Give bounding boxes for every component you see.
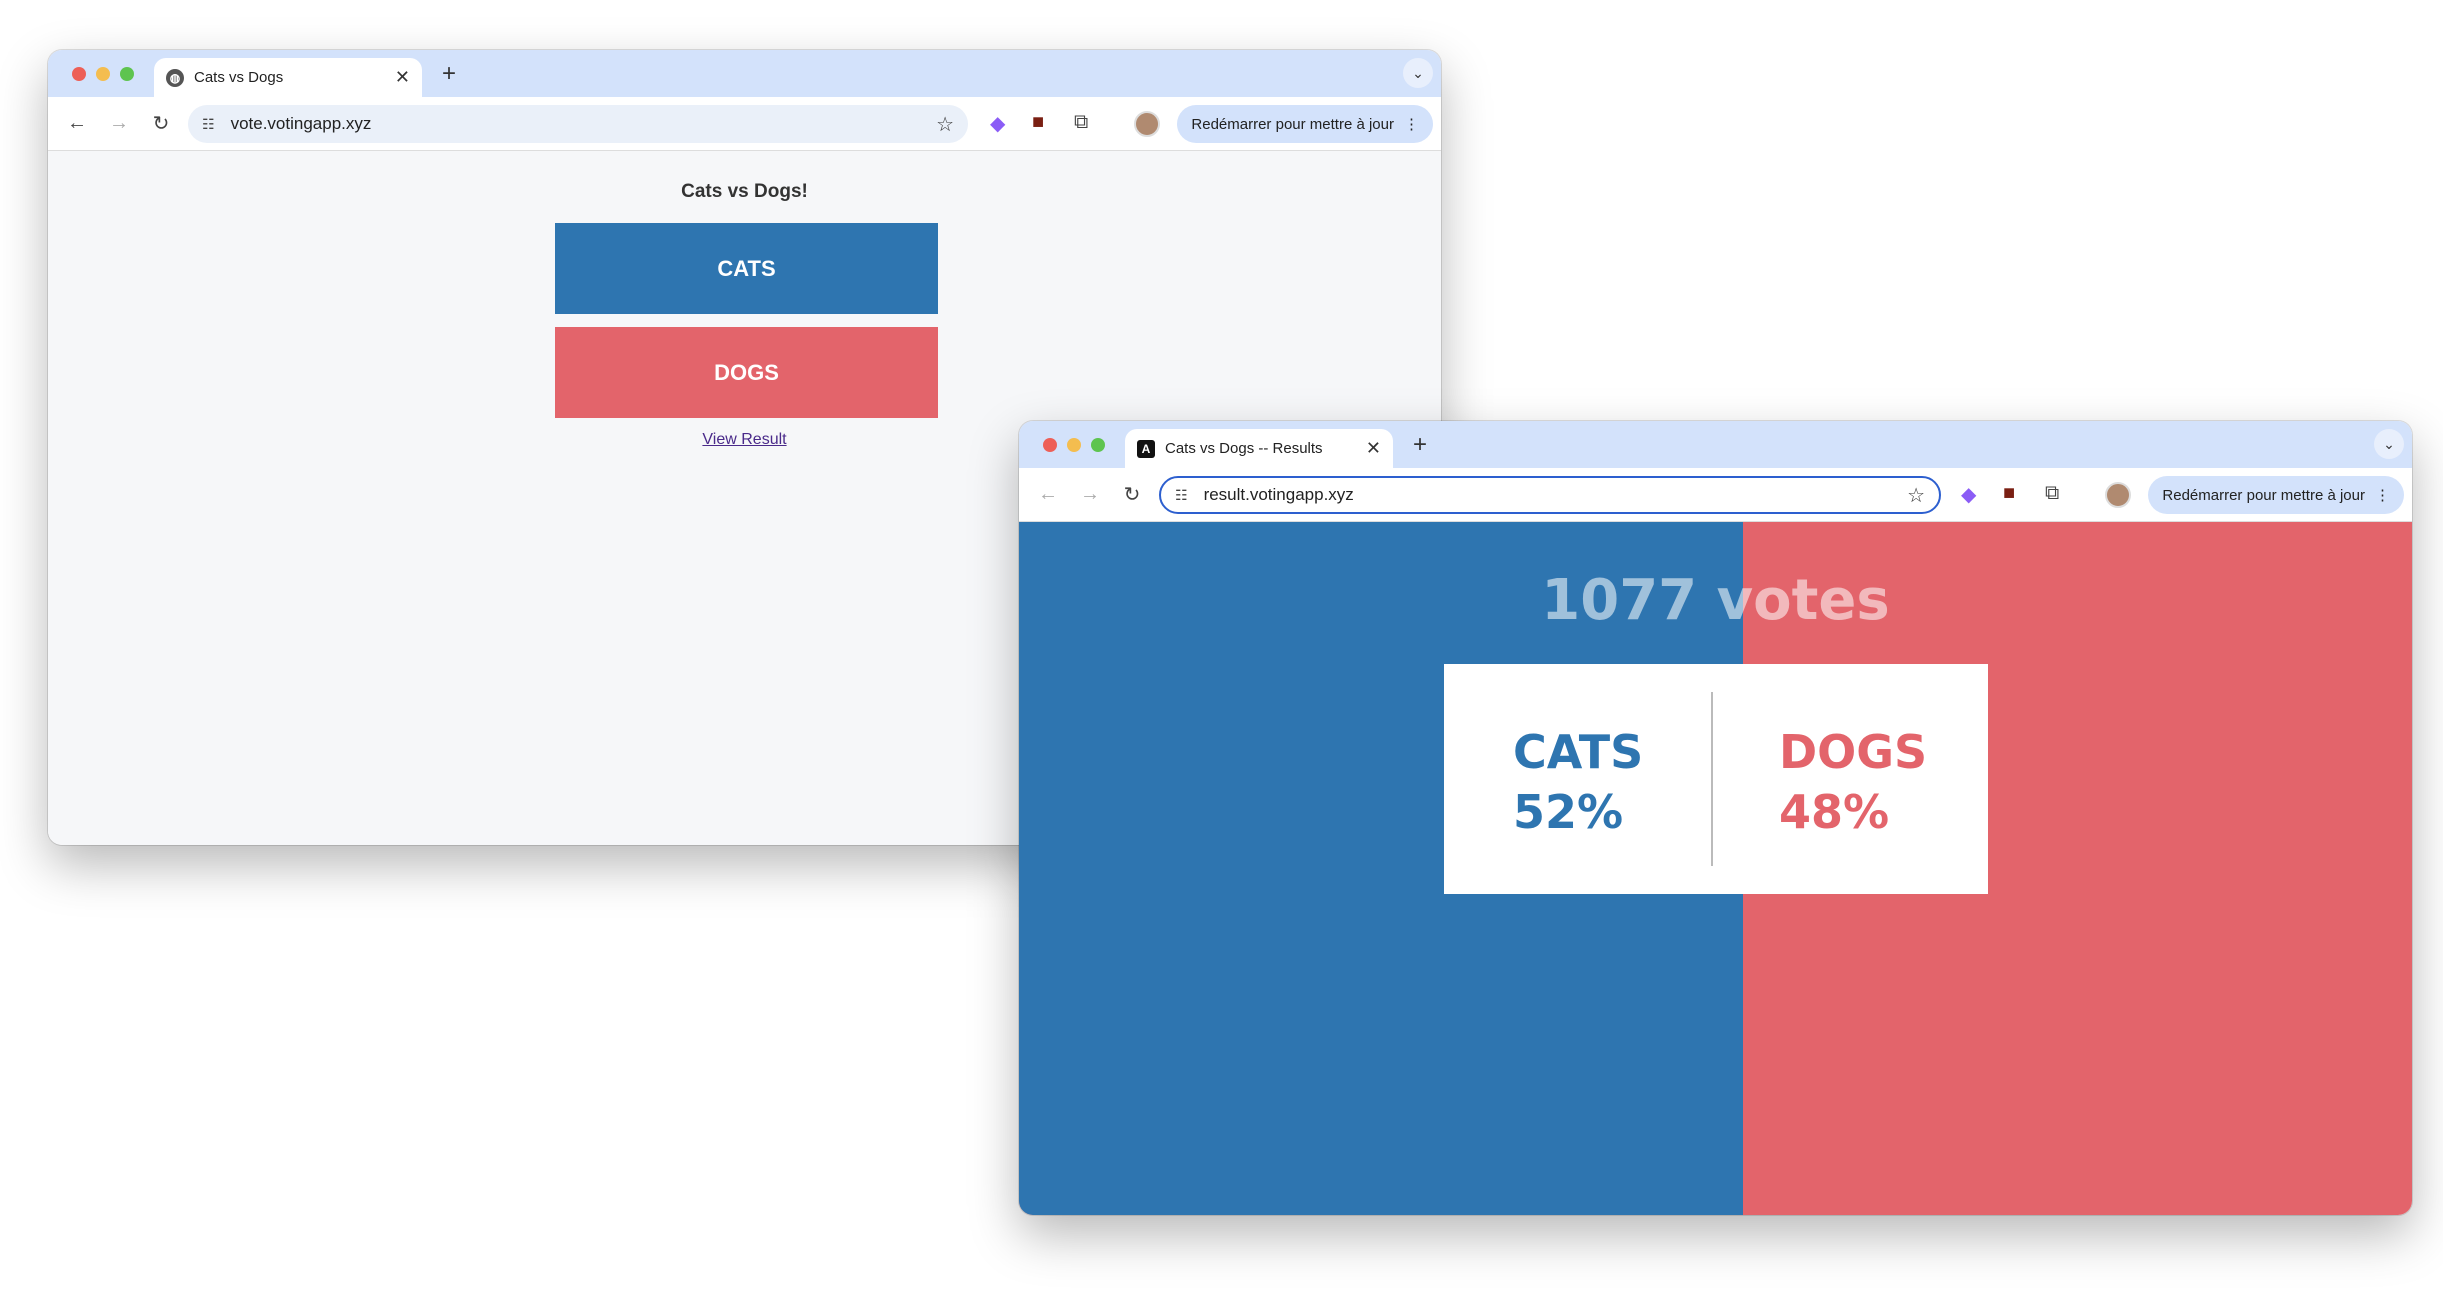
tab-title: Cats vs Dogs -- Results: [1165, 440, 1323, 457]
menu-icon[interactable]: ⋮: [2375, 486, 2390, 504]
close-icon[interactable]: ✕: [395, 67, 410, 88]
avatar[interactable]: [1134, 111, 1160, 137]
divider: [1711, 692, 1713, 866]
update-label: Redémarrer pour mettre à jour: [2162, 486, 2365, 504]
page-title: Cats vs Dogs!: [681, 181, 808, 202]
result-browser-window: A Cats vs Dogs -- Results ✕ + ⌄ ← → ↻ ☷ res…: [1019, 421, 2412, 1215]
cats-button[interactable]: CATS: [555, 223, 938, 314]
vote-count: 1077 votes: [1541, 568, 1890, 633]
tab-cats-vs-dogs[interactable]: ◍ Cats vs Dogs ✕: [154, 58, 422, 97]
minimize-window-button[interactable]: [96, 67, 110, 81]
back-icon[interactable]: ←: [64, 112, 90, 135]
plus-icon[interactable]: +: [442, 60, 456, 88]
close-window-button[interactable]: [72, 67, 86, 81]
tab-bar: A Cats vs Dogs -- Results ✕ + ⌄: [1019, 421, 2412, 468]
star-icon[interactable]: ☆: [936, 112, 954, 137]
close-icon[interactable]: ✕: [1366, 438, 1381, 459]
site-settings-icon[interactable]: ☷: [202, 116, 215, 133]
minimize-window-button[interactable]: [1067, 438, 1081, 452]
extensions-puzzle-icon[interactable]: ⧉: [1074, 111, 1088, 134]
result-card: CATS 52% DOGS 48%: [1444, 664, 1988, 894]
address-bar[interactable]: ☷ vote.votingapp.xyz ☆: [188, 105, 968, 143]
forward-icon[interactable]: →: [106, 112, 132, 135]
toolbar: ← → ↻ ☷ result.votingapp.xyz ☆ ◆ ■ ⧉ Redém…: [1019, 468, 2412, 522]
globe-icon: ◍: [166, 68, 184, 87]
tab-title: Cats vs Dogs: [194, 69, 284, 86]
update-button[interactable]: Redémarrer pour mettre à jour ⋮: [2148, 476, 2404, 514]
tab-search-button[interactable]: ⌄: [2374, 429, 2404, 459]
dogs-button[interactable]: DOGS: [555, 327, 938, 418]
cats-percent: 52%: [1513, 785, 1624, 839]
site-settings-icon[interactable]: ☷: [1175, 487, 1188, 504]
cats-label: CATS: [1513, 725, 1644, 779]
extension-icon[interactable]: ◆: [990, 111, 1005, 136]
extension-icon[interactable]: ◆: [1961, 482, 1976, 507]
dogs-label: DOGS: [1779, 725, 1928, 779]
maximize-window-button[interactable]: [120, 67, 134, 81]
tab-search-button[interactable]: ⌄: [1403, 58, 1433, 88]
extensions-puzzle-icon[interactable]: ⧉: [2045, 482, 2059, 505]
extension-icon[interactable]: ■: [2003, 482, 2015, 505]
extension-icon[interactable]: ■: [1032, 111, 1044, 134]
update-button[interactable]: Redémarrer pour mettre à jour ⋮: [1177, 105, 1433, 143]
dogs-percent: 48%: [1779, 785, 1890, 839]
tab-bar: ◍ Cats vs Dogs ✕ + ⌄: [48, 50, 1441, 97]
star-icon[interactable]: ☆: [1907, 483, 1925, 508]
forward-icon[interactable]: →: [1077, 483, 1103, 506]
back-icon[interactable]: ←: [1035, 483, 1061, 506]
close-window-button[interactable]: [1043, 438, 1057, 452]
menu-icon[interactable]: ⋮: [1404, 115, 1419, 133]
address-bar[interactable]: ☷ result.votingapp.xyz ☆: [1159, 476, 1941, 514]
tab-results[interactable]: A Cats vs Dogs -- Results ✕: [1125, 429, 1393, 468]
angular-icon: A: [1137, 439, 1155, 458]
toolbar: ← → ↻ ☷ vote.votingapp.xyz ☆ ◆ ■ ⧉ Redémar…: [48, 97, 1441, 151]
reload-icon[interactable]: ↻: [1119, 482, 1145, 507]
reload-icon[interactable]: ↻: [148, 111, 174, 136]
maximize-window-button[interactable]: [1091, 438, 1105, 452]
cats-result: CATS 52%: [1513, 722, 1643, 842]
plus-icon[interactable]: +: [1413, 431, 1427, 459]
dogs-result: DOGS 48%: [1779, 722, 1927, 842]
url-text: vote.votingapp.xyz: [230, 114, 372, 133]
update-label: Redémarrer pour mettre à jour: [1191, 115, 1394, 133]
avatar[interactable]: [2105, 482, 2131, 508]
result-page: 1077 votes CATS 52% DOGS 48%: [1019, 522, 2412, 1215]
url-text: result.votingapp.xyz: [1203, 485, 1354, 504]
